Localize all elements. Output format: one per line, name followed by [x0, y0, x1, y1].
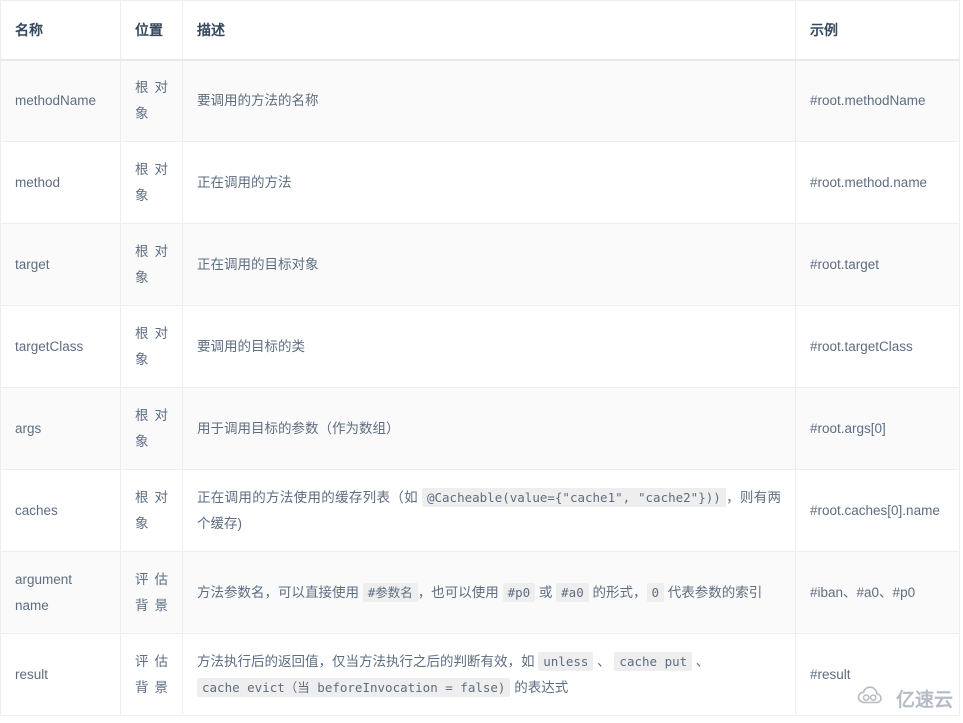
cell-description: 方法参数名，可以直接使用 #参数名 ，也可以使用 #p0 或 #a0 的形式， 0 …: [182, 551, 796, 634]
inline-code: cache evict（当 beforeInvocation = false): [197, 677, 511, 697]
cell-position: 根 对 象: [120, 387, 183, 470]
column-header-position: 位置: [120, 0, 183, 61]
column-header-example: 示例: [795, 0, 960, 61]
cell-position-line: 根 对: [135, 325, 168, 341]
inline-code: #参数名: [362, 582, 418, 602]
cell-example: #root.targetClass: [795, 305, 960, 388]
cell-name: methodName: [0, 59, 121, 142]
cell-position: 根 对 象: [120, 141, 183, 224]
cell-position: 评 估 背景: [120, 551, 183, 634]
cell-description: 要调用的方法的名称: [182, 59, 796, 142]
inline-code: cache put: [614, 651, 693, 671]
cell-position-line: 背景: [135, 597, 168, 613]
cell-description: 要调用的目标的类: [182, 305, 796, 388]
table-row: targetClass 根 对 象 要调用的目标的类 #root.targetC…: [0, 305, 960, 388]
inline-code: #p0: [502, 582, 536, 602]
cell-position-line: 象: [135, 433, 149, 449]
cell-name: targetClass: [0, 305, 121, 388]
cell-description: 用于调用目标的参数（作为数组）: [182, 387, 796, 470]
column-header-name: 名称: [0, 0, 121, 61]
cell-description: 正在调用的方法: [182, 141, 796, 224]
cell-position-line: 根 对: [135, 407, 168, 423]
table-row: method 根 对 象 正在调用的方法 #root.method.name: [0, 141, 960, 224]
column-header-description: 描述: [182, 0, 796, 61]
table-row: argument name 评 估 背景 方法参数名，可以直接使用 #参数名 ，也…: [0, 551, 960, 634]
inline-code: 0: [646, 582, 665, 602]
inline-code: unless: [538, 651, 594, 671]
inline-code: @Cacheable(value={"cache1", "cache2"})): [421, 487, 726, 507]
cell-position-line: 象: [135, 515, 149, 531]
table-row: args 根 对 象 用于调用目标的参数（作为数组） #root.args[0]: [0, 387, 960, 470]
cell-example: #result: [795, 633, 960, 716]
cell-position: 根 对 象: [120, 469, 183, 552]
cell-name: argument name: [0, 551, 121, 634]
cell-name: caches: [0, 469, 121, 552]
cell-position-line: 评 估: [135, 571, 168, 587]
cell-name: result: [0, 633, 121, 716]
cell-description: 方法执行后的返回值，仅当方法执行之后的判断有效，如 unless 、 cache…: [182, 633, 796, 716]
cell-position-line: 背景: [135, 679, 168, 695]
cell-description: 正在调用的目标对象: [182, 223, 796, 306]
table-row: caches 根 对 象 正在调用的方法使用的缓存列表（如 @Cacheable…: [0, 469, 960, 552]
cell-position-line: 根 对: [135, 489, 168, 505]
cell-name: target: [0, 223, 121, 306]
spel-metadata-table: 名称 位置 描述 示例 methodName 根 对 象 要调用的方法的名称 #…: [0, 0, 960, 716]
cell-example: #root.methodName: [795, 59, 960, 142]
cell-example: #iban、#a0、#p0: [795, 551, 960, 634]
table-header-row: 名称 位置 描述 示例: [0, 0, 960, 61]
cell-position: 评 估 背景: [120, 633, 183, 716]
cell-position-line: 评 估: [135, 653, 168, 669]
cell-example: #root.caches[0].name: [795, 469, 960, 552]
cell-description: 正在调用的方法使用的缓存列表（如 @Cacheable(value={"cach…: [182, 469, 796, 552]
cell-example: #root.target: [795, 223, 960, 306]
table-header: 名称 位置 描述 示例: [0, 0, 960, 61]
table-body: methodName 根 对 象 要调用的方法的名称 #root.methodN…: [0, 59, 960, 716]
table-row: methodName 根 对 象 要调用的方法的名称 #root.methodN…: [0, 59, 960, 142]
cell-position: 根 对 象: [120, 305, 183, 388]
cell-name: method: [0, 141, 121, 224]
cell-position-line: 象: [135, 105, 149, 121]
cell-name: args: [0, 387, 121, 470]
table-row: result 评 估 背景 方法执行后的返回值，仅当方法执行之后的判断有效，如 …: [0, 633, 960, 716]
cell-position: 根 对 象: [120, 59, 183, 142]
cell-position: 根 对 象: [120, 223, 183, 306]
cell-example: #root.args[0]: [795, 387, 960, 470]
spel-metadata-table-container: 名称 位置 描述 示例 methodName 根 对 象 要调用的方法的名称 #…: [0, 0, 960, 716]
cell-example: #root.method.name: [795, 141, 960, 224]
cell-position-line: 根 对: [135, 80, 168, 96]
inline-code: #a0: [556, 582, 589, 602]
cell-position-line: 象: [135, 187, 149, 203]
cell-position-line: 根 对: [135, 243, 168, 259]
cell-position-line: 根 对: [135, 161, 168, 177]
cell-position-line: 象: [135, 269, 149, 285]
cell-position-line: 象: [135, 351, 149, 367]
table-row: target 根 对 象 正在调用的目标对象 #root.target: [0, 223, 960, 306]
